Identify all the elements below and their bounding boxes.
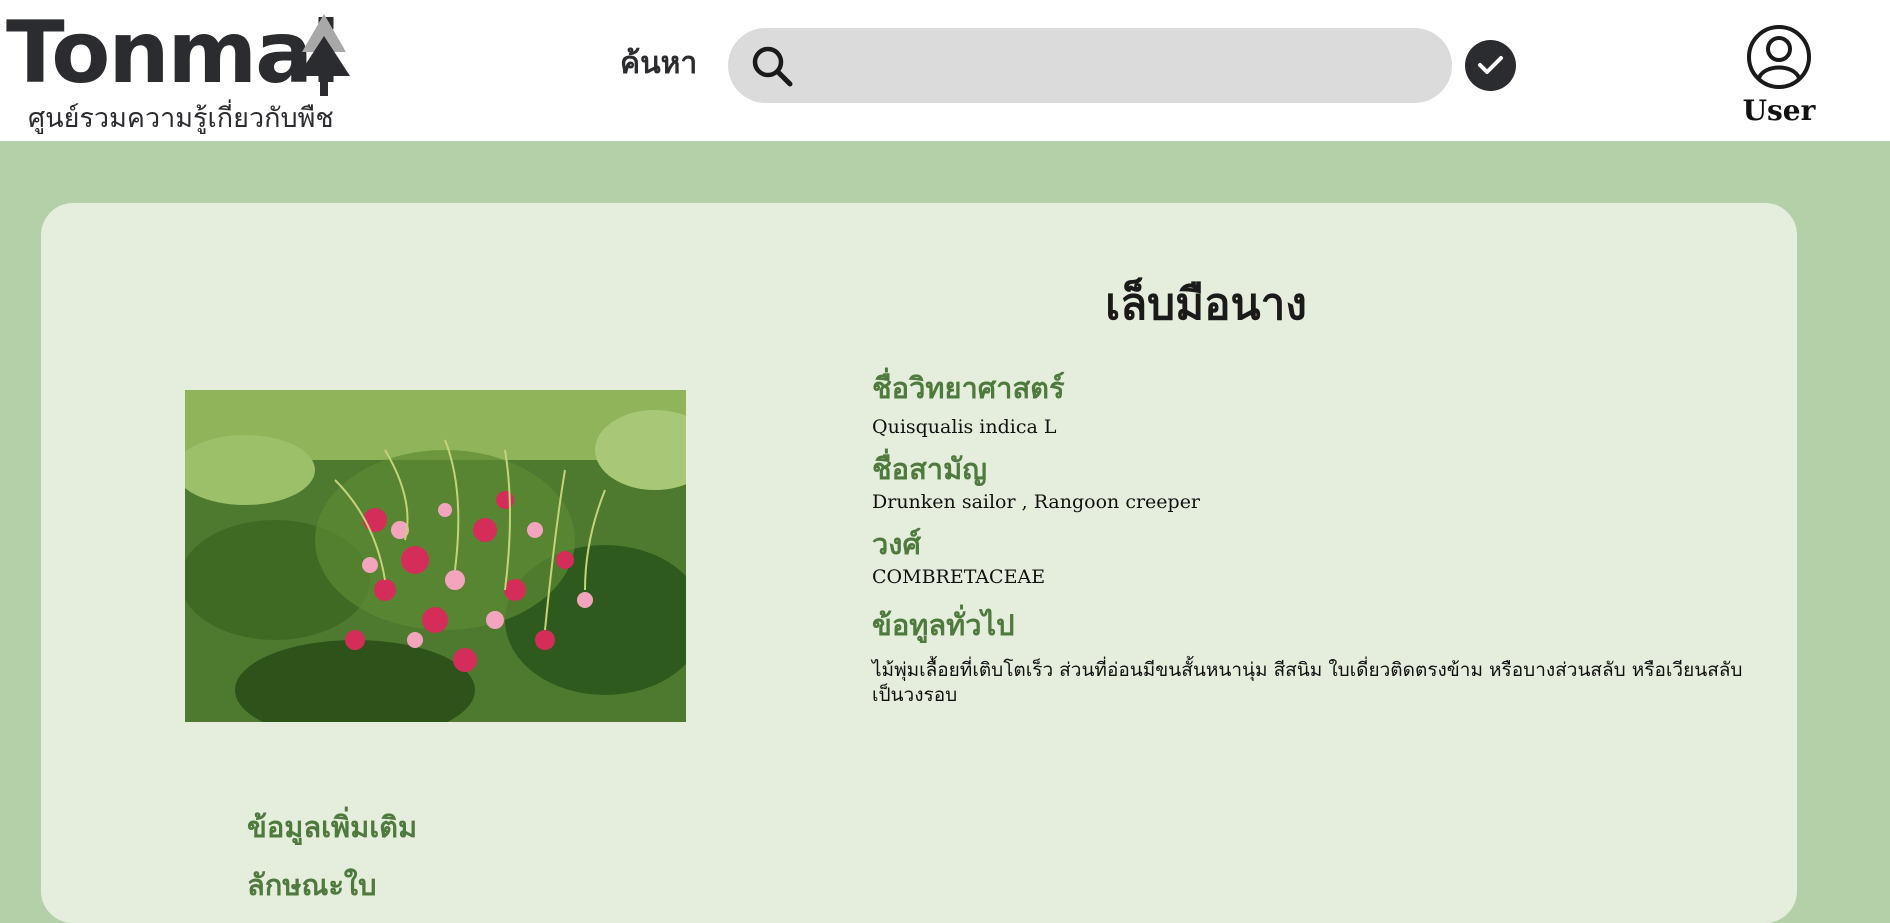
user-label: User bbox=[1742, 94, 1816, 127]
scientific-name-label: ชื่อวิทยาศาสตร์ bbox=[872, 371, 1065, 405]
search-bar[interactable] bbox=[728, 28, 1452, 103]
family-label: วงศ์ bbox=[872, 527, 921, 561]
plant-photo bbox=[185, 390, 686, 722]
logo-tagline: ศูนย์รวมความรู้เกี่ยวกับพืช bbox=[28, 103, 334, 134]
general-info-text: ไม้พุ่มเลื้อยที่เติบโตเร็ว ส่วนที่อ่อนมี… bbox=[872, 659, 1743, 706]
common-name-label: ชื่อสามัญ bbox=[872, 452, 987, 486]
search-label: ค้นหา bbox=[620, 46, 698, 81]
more-info-heading: ข้อมูลเพิ่มเติม bbox=[247, 810, 418, 844]
check-icon bbox=[1478, 56, 1503, 74]
user-icon bbox=[1747, 25, 1811, 89]
general-info-label: ข้อทูลทั่วไป bbox=[872, 608, 1015, 642]
site-logo[interactable]: Tonmai ศูนย์รวมความรู้เกี่ยวกับพืช bbox=[6, 10, 356, 135]
plant-name-title: เล็บมือนาง bbox=[1105, 279, 1307, 330]
family-value: COMBRETACEAE bbox=[872, 566, 1046, 588]
search-icon bbox=[752, 46, 793, 87]
tree-logo-icon bbox=[298, 14, 350, 96]
logo-word: Tonmai bbox=[6, 3, 341, 103]
user-menu[interactable]: User bbox=[1740, 24, 1815, 134]
plant-detail-card: เล็บมือนาง ชื่อวิทยาศาสตร์ Quisqualis in… bbox=[41, 203, 1797, 923]
leaf-characteristics-heading: ลักษณะใบ bbox=[247, 868, 377, 902]
search-submit-button[interactable] bbox=[1465, 40, 1516, 91]
scientific-name-value: Quisqualis indica L bbox=[872, 416, 1057, 438]
common-name-value: Drunken sailor , Rangoon creeper bbox=[872, 491, 1201, 513]
site-header: Tonmai ศูนย์รวมความรู้เกี่ยวกับพืช ค้นหา… bbox=[0, 0, 1890, 141]
search-input[interactable] bbox=[812, 36, 1426, 96]
